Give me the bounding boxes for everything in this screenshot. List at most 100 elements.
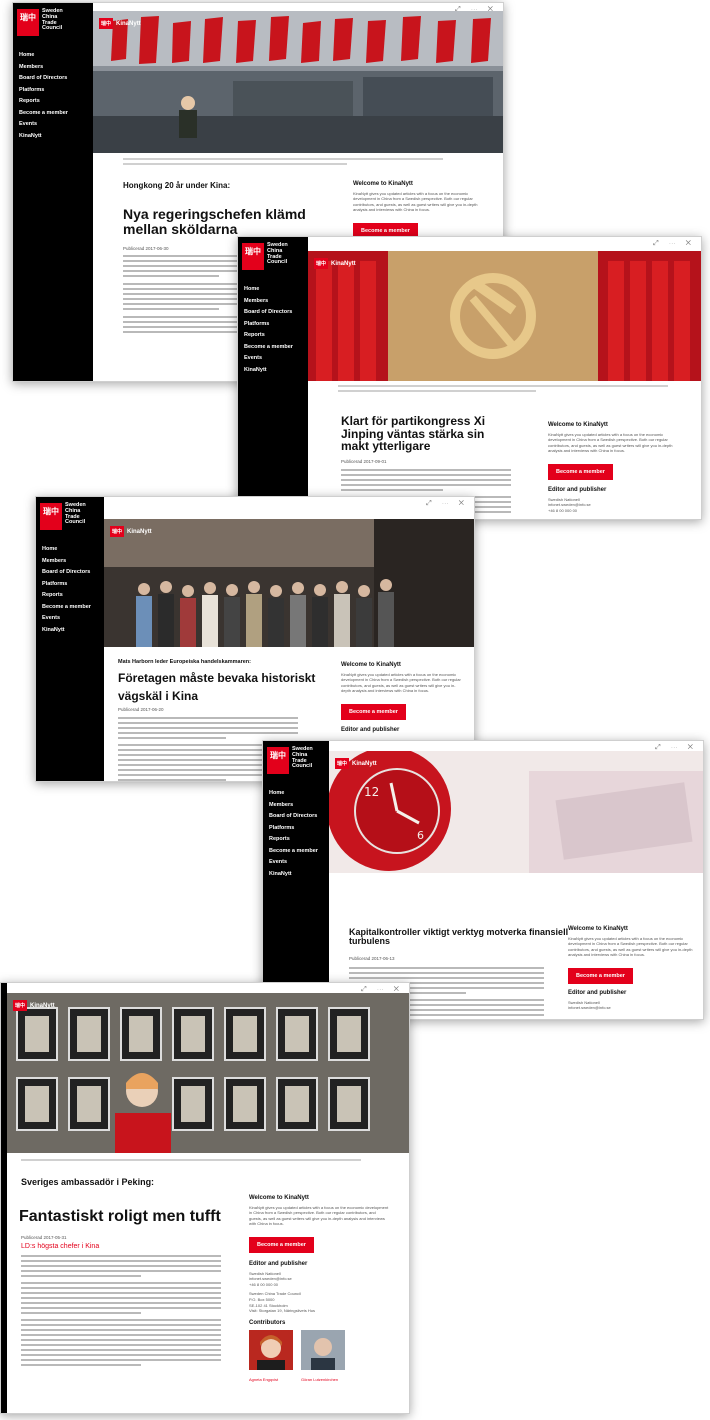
badge-text: KinaNytt xyxy=(116,20,141,27)
become-member-button[interactable]: Become a member xyxy=(568,967,633,984)
logo-text: Sweden China Trade Council xyxy=(292,746,313,770)
nav-item-become-member[interactable]: Become a member xyxy=(269,848,329,854)
sidebar-nav: 瑞中 Sweden China Trade Council Home Members … xyxy=(238,237,308,519)
publish-date: Publicerad 2017-09-01 xyxy=(341,459,387,464)
nav-item-home[interactable]: Home xyxy=(19,52,93,58)
nav-item-events[interactable]: Events xyxy=(244,355,308,361)
become-member-button[interactable]: Become a member xyxy=(341,703,406,720)
photo-caption xyxy=(21,1159,361,1164)
nav-menu: Home Members Board of Directors Platform… xyxy=(13,52,93,139)
nav-item-become-member[interactable]: Become a member xyxy=(19,110,93,116)
parade-photo xyxy=(93,11,503,153)
badge-mark: 瑞中 xyxy=(314,258,329,269)
nav-item-events[interactable]: Events xyxy=(269,859,329,865)
sidebar-widgets: Welcome to KinaNytt KinaNytt gives you u… xyxy=(249,1195,389,1382)
nav-item-home[interactable]: Home xyxy=(269,790,329,796)
contributor-photo xyxy=(249,1329,293,1370)
logo[interactable]: 瑞中 Sweden China Trade Council xyxy=(36,497,104,536)
nav-item-platforms[interactable]: Platforms xyxy=(244,321,308,327)
nav-item-reports[interactable]: Reports xyxy=(244,332,308,338)
publish-date: Publicerad 2017-06-30 xyxy=(123,246,169,251)
screenshot-partikongress: 瑞中 Sweden China Trade Council Home Members … xyxy=(237,236,702,520)
nav-item-members[interactable]: Members xyxy=(244,298,308,304)
photo-caption xyxy=(123,158,443,165)
article-headline: Fantastiskt roligt men tufft xyxy=(19,1208,221,1225)
nav-item-board[interactable]: Board of Directors xyxy=(42,569,104,575)
nav-item-kinanytt[interactable]: KinaNytt xyxy=(42,627,104,633)
logo[interactable]: 瑞中 Sweden China Trade Council xyxy=(263,741,329,780)
council-address: Sweden China Trade Council P.O. Box 5000 S… xyxy=(249,1291,315,1314)
logo[interactable]: 瑞中 Sweden China Trade Council xyxy=(238,237,308,276)
become-member-button[interactable]: Become a member xyxy=(548,463,613,480)
sidebar-widgets: Welcome to KinaNytt KinaNytt gives you u… xyxy=(568,926,693,1015)
badge-mark: 瑞中 xyxy=(335,758,350,769)
hero-image-group: 瑞中 KinaNytt xyxy=(104,519,474,647)
nav-item-become-member[interactable]: Become a member xyxy=(244,344,308,350)
welcome-title: Welcome to KinaNytt xyxy=(568,926,628,932)
nav-item-kinanytt[interactable]: KinaNytt xyxy=(244,367,308,373)
contributor-photo xyxy=(301,1329,345,1370)
nav-item-platforms[interactable]: Platforms xyxy=(42,581,104,587)
nav-item-members[interactable]: Members xyxy=(42,558,104,564)
kinanytt-badge: 瑞中 KinaNytt xyxy=(110,526,152,537)
related-link[interactable]: LD:s högsta chefer i Kina xyxy=(21,1243,99,1250)
sidebar-nav: 瑞中 Sweden China Trade Council Home Members … xyxy=(36,497,104,781)
nav-menu: Home Members Board of Directors Platform… xyxy=(263,790,329,877)
contributor-card[interactable]: Agneta Engqvist xyxy=(249,1329,293,1382)
nav-item-kinanytt[interactable]: KinaNytt xyxy=(19,133,93,139)
sidebar-nav: 瑞中 Sweden China Trade Council Home Members … xyxy=(263,741,329,1019)
editor-title: Editor and publisher xyxy=(341,726,400,733)
contributor-name[interactable]: Agneta Engqvist xyxy=(249,1377,293,1382)
group-photo xyxy=(104,519,474,647)
badge-text: KinaNytt xyxy=(30,1002,55,1009)
contributors-title: Contributors xyxy=(249,1319,286,1326)
badge-text: KinaNytt xyxy=(331,260,356,267)
article-headline: Klart för partikongress Xi Jinping vänta… xyxy=(341,414,486,454)
editor-title: Editor and publisher xyxy=(249,1260,308,1267)
article-headline: Kapitalkontroller viktigt verktyg motver… xyxy=(349,927,569,947)
nav-item-members[interactable]: Members xyxy=(269,802,329,808)
window-controls[interactable]: ⤢ ⋯ ✕ xyxy=(426,500,468,508)
editor-title: Editor and publisher xyxy=(568,989,627,996)
nav-item-home[interactable]: Home xyxy=(244,286,308,292)
nav-item-kinanytt[interactable]: KinaNytt xyxy=(269,871,329,877)
welcome-text: KinaNytt gives you updated articles with… xyxy=(548,432,673,454)
article-kicker: Sveriges ambassadör i Peking: xyxy=(21,1177,155,1187)
nav-item-platforms[interactable]: Platforms xyxy=(269,825,329,831)
welcome-title: Welcome to KinaNytt xyxy=(353,181,413,187)
screenshot-kapitalkontroller: 瑞中 Sweden China Trade Council Home Members … xyxy=(262,740,704,1020)
window-controls[interactable]: ⤢ ⋯ ✕ xyxy=(653,240,695,248)
logo[interactable]: 瑞中 Sweden China Trade Council xyxy=(13,3,93,42)
nav-item-board[interactable]: Board of Directors xyxy=(269,813,329,819)
badge-mark: 瑞中 xyxy=(110,526,125,537)
welcome-text: KinaNytt gives you updated articles with… xyxy=(568,936,693,958)
nav-item-reports[interactable]: Reports xyxy=(269,836,329,842)
contributors-list: Agneta Engqvist Göran Lutzenkirchen xyxy=(249,1329,389,1382)
contributor-name[interactable]: Göran Lutzenkirchen xyxy=(301,1377,345,1382)
editor-title: Editor and publisher xyxy=(548,486,607,493)
kinanytt-badge: 瑞中 KinaNytt xyxy=(13,1000,55,1011)
nav-menu: Home Members Board of Directors Platform… xyxy=(238,286,308,373)
contributor-card[interactable]: Göran Lutzenkirchen xyxy=(301,1329,345,1382)
article-kicker: Mats Harborn leder Europeiska handelskam… xyxy=(118,659,251,665)
logo-mark: 瑞中 xyxy=(17,9,39,36)
nav-item-board[interactable]: Board of Directors xyxy=(244,309,308,315)
nav-item-become-member[interactable]: Become a member xyxy=(42,604,104,610)
hero-image-hammer-sickle: 瑞中 KinaNytt xyxy=(308,251,701,381)
hammer-sickle-photo xyxy=(308,251,701,381)
nav-item-members[interactable]: Members xyxy=(19,64,93,70)
article-headline: Företagen måste bevaka historiskt vägskä… xyxy=(118,671,316,703)
nav-item-home[interactable]: Home xyxy=(42,546,104,552)
screenshot-ambassador: ⤢ ⋯ ✕ 瑞中 KinaNytt Sveriges ambassadör i … xyxy=(0,982,410,1414)
nav-item-reports[interactable]: Reports xyxy=(19,98,93,104)
nav-item-reports[interactable]: Reports xyxy=(42,592,104,598)
nav-item-board[interactable]: Board of Directors xyxy=(19,75,93,81)
nav-item-events[interactable]: Events xyxy=(19,121,93,127)
nav-item-events[interactable]: Events xyxy=(42,615,104,621)
become-member-button[interactable]: Become a member xyxy=(249,1236,314,1253)
nav-item-platforms[interactable]: Platforms xyxy=(19,87,93,93)
ambassador-photo xyxy=(7,993,409,1153)
sidebar-nav: 瑞中 Sweden China Trade Council Home Members … xyxy=(13,3,93,381)
nav-menu: Home Members Board of Directors Platform… xyxy=(36,546,104,633)
logo-mark: 瑞中 xyxy=(267,747,289,774)
